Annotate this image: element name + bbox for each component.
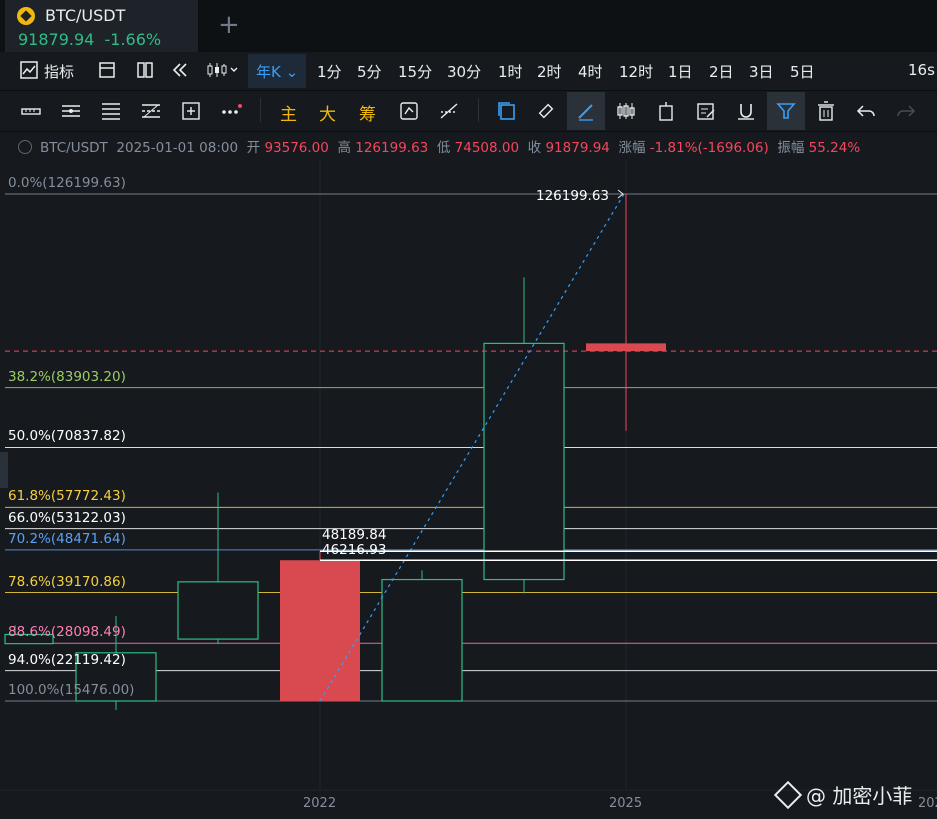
candle-body-3 <box>280 560 360 701</box>
fib-label-7: 88.6%(28098.49) <box>8 624 126 641</box>
candle-body-6 <box>586 343 666 352</box>
left-panel-handle[interactable] <box>0 452 8 488</box>
fib-label-2: 50.0%(70837.82) <box>8 428 126 445</box>
candle-body-5 <box>483 342 565 581</box>
price-chart[interactable] <box>0 0 937 819</box>
annotation-0: 126199.63 <box>536 188 610 204</box>
fib-label-1: 38.2%(83903.20) <box>8 368 126 385</box>
watermark: @ 加密小菲 <box>773 780 912 810</box>
binance-square-icon <box>773 780 803 810</box>
fib-label-0: 0.0%(126199.63) <box>8 175 126 191</box>
x-tick-2: 202 <box>918 796 937 811</box>
fib-label-4: 66.0%(53122.03) <box>8 509 126 526</box>
fib-label-9: 100.0%(15476.00) <box>8 682 135 698</box>
fib-label-5: 70.2%(48471.64) <box>8 530 126 547</box>
x-tick-0: 2022 <box>303 796 337 811</box>
candle-body-2 <box>177 581 259 640</box>
candle-body-4 <box>381 578 463 702</box>
x-tick-1: 2025 <box>609 796 643 811</box>
fib-label-8: 94.0%(22119.42) <box>8 651 126 668</box>
annotation-1: 48189.84 <box>322 527 387 544</box>
fib-label-3: 61.8%(57772.43) <box>8 488 126 505</box>
fib-label-6: 78.6%(39170.86) <box>8 573 126 590</box>
annotation-2: 46216.93 <box>322 542 387 559</box>
